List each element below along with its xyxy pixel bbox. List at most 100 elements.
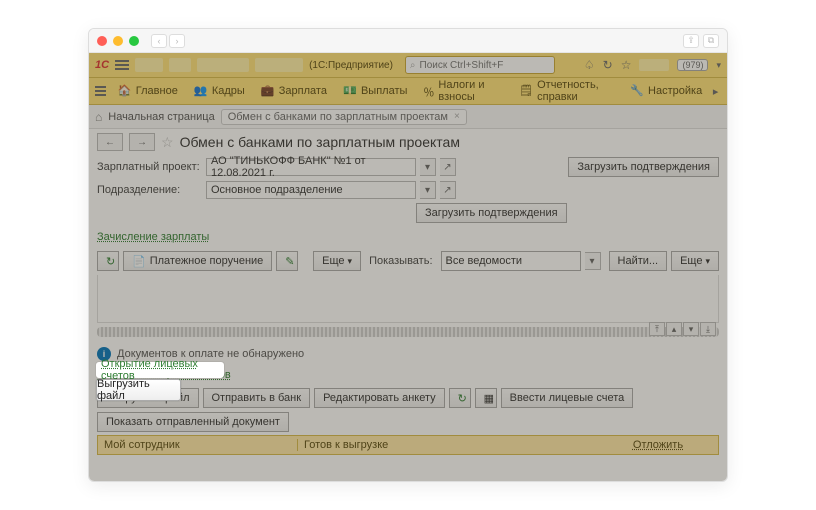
list-nav-down-icon[interactable]: ▾ xyxy=(683,322,699,336)
counter-badge: (979) xyxy=(677,59,708,71)
menu-label: Настройка xyxy=(648,85,702,97)
refresh-accounts-button[interactable]: ↻ xyxy=(449,388,471,408)
sections-icon[interactable] xyxy=(95,86,106,96)
more-button-2[interactable]: Еще ▾ xyxy=(671,251,719,271)
maximize-window-icon[interactable] xyxy=(129,36,139,46)
wrench-icon: 🔧 xyxy=(630,84,644,98)
dept-label: Подразделение: xyxy=(97,184,202,196)
enter-accounts-button[interactable]: Ввести лицевые счета xyxy=(501,388,634,408)
browser-back-button[interactable]: ‹ xyxy=(151,34,167,48)
col-employee: Мой сотрудник xyxy=(98,439,298,451)
browser-nav: ‹ › xyxy=(151,34,185,48)
menu-main[interactable]: 🏠Главное xyxy=(110,78,186,104)
wallet-icon: 💼 xyxy=(261,84,275,98)
open-accounts-toolbar: Выгрузить файл Отправить в банк Редактир… xyxy=(97,388,719,432)
project-open-icon[interactable]: ↗ xyxy=(440,158,456,176)
no-docs-message: Документов к оплате не обнаружено xyxy=(117,348,304,360)
edit-questionnaire-button[interactable]: Редактировать анкету xyxy=(314,388,445,408)
search-icon: ⌕ xyxy=(410,60,416,71)
global-search[interactable]: ⌕ xyxy=(405,56,555,74)
btn-label: Платежное поручение xyxy=(150,255,264,267)
btn-label: Еще xyxy=(322,255,344,267)
menu-label: Кадры xyxy=(212,85,245,97)
export-file-button[interactable]: Выгрузить файл xyxy=(97,388,199,408)
field-value: Основное подразделение xyxy=(211,184,343,196)
menu-reports[interactable]: 🗒Отчетность, справки xyxy=(511,78,622,104)
app-logo-icon: 1C xyxy=(95,59,109,71)
report-icon: 🗒 xyxy=(519,84,533,98)
close-tab-icon[interactable]: × xyxy=(454,111,460,122)
history-icon[interactable]: ↻ xyxy=(603,58,613,72)
page-body: ← → ☆ Обмен с банками по зарплатным прое… xyxy=(89,129,727,482)
list-nav-first-icon[interactable]: ⤒ xyxy=(649,322,665,336)
show-sent-doc-button[interactable]: Показать отправленный документ xyxy=(97,412,289,432)
load-confirmations-button[interactable]: Загрузить подтверждения xyxy=(568,157,719,177)
menu-label: Главное xyxy=(136,85,178,97)
show-filter-select[interactable]: Все ведомости xyxy=(441,251,581,271)
menu-taxes[interactable]: ％Налоги и взносы xyxy=(415,78,511,104)
window-controls xyxy=(97,36,139,46)
enrollment-toolbar: ↻ 📄 Платежное поручение ✎ Еще ▾ Показыват… xyxy=(97,251,719,271)
search-input[interactable] xyxy=(420,60,552,71)
project-field[interactable]: АО "ТИНЬКОФФ БАНК" №1 от 12.08.2021 г. xyxy=(206,158,416,176)
close-window-icon[interactable] xyxy=(97,36,107,46)
list-nav-last-icon[interactable]: ⤓ xyxy=(700,322,716,336)
blurred-text xyxy=(255,58,303,72)
menu-settings[interactable]: 🔧 Настройка xyxy=(622,78,710,104)
menu-staff[interactable]: 👥Кадры xyxy=(186,78,253,104)
more-button-1[interactable]: Еще ▾ xyxy=(313,251,361,271)
blurred-user xyxy=(639,59,669,71)
find-button[interactable]: Найти... xyxy=(609,251,668,271)
blurred-text xyxy=(135,58,163,72)
project-label: Зарплатный проект: xyxy=(97,161,202,173)
payment-order-button[interactable]: 📄 Платежное поручение xyxy=(123,251,272,271)
refresh-button[interactable]: ↻ xyxy=(97,251,119,271)
folder-icon: 📄 xyxy=(132,255,146,268)
blurred-text xyxy=(197,58,249,72)
minimize-window-icon[interactable] xyxy=(113,36,123,46)
active-tab[interactable]: Обмен с банками по зарплатным проектам × xyxy=(221,109,467,125)
accounts-table-header: Мой сотрудник Готов к выгрузке Отложить xyxy=(97,435,719,455)
menu-salary[interactable]: 💼 Зарплата xyxy=(253,78,335,104)
share-icon[interactable]: ⇪ xyxy=(683,34,699,48)
favorite-icon[interactable]: ☆ xyxy=(161,134,174,151)
field-value: АО "ТИНЬКОФФ БАНК" №1 от 12.08.2021 г. xyxy=(211,155,411,179)
bell-icon[interactable]: ♤ xyxy=(584,58,595,72)
home-tab-label[interactable]: Начальная страница xyxy=(108,111,214,123)
page-back-button[interactable]: ← xyxy=(97,133,123,151)
home-tab-icon[interactable]: ⌂ xyxy=(95,110,102,124)
dropdown-icon[interactable]: ▾ xyxy=(716,60,721,71)
send-to-bank-button[interactable]: Отправить в банк xyxy=(203,388,311,408)
project-dropdown-icon[interactable]: ▾ xyxy=(420,158,436,176)
tab-label: Обмен с банками по зарплатным проектам xyxy=(228,111,448,123)
cash-icon: 💵 xyxy=(343,84,357,98)
app-root: 1C (1C:Предприятие) ⌕ ♤ ↻ ☆ (979) ▾ xyxy=(89,53,727,481)
menu-label: Зарплата xyxy=(279,85,327,97)
info-icon: i xyxy=(97,347,111,361)
col-status: Готов к выгрузке xyxy=(298,439,598,451)
dept-open-icon[interactable]: ↗ xyxy=(440,181,456,199)
menu-payments[interactable]: 💵Выплаты xyxy=(335,78,415,104)
list-nav-up-icon[interactable]: ▴ xyxy=(666,322,682,336)
tabs-row: ⌂ Начальная страница Обмен с банками по … xyxy=(89,105,727,129)
tabs-icon[interactable]: ⧉ xyxy=(703,34,719,48)
percent-icon: ％ xyxy=(423,84,434,98)
horizontal-scrollbar[interactable] xyxy=(97,327,719,337)
star-icon[interactable]: ☆ xyxy=(621,58,632,72)
open-accounts-link[interactable]: Открытие лицевых счетов xyxy=(97,369,231,381)
menu-scroll-right-icon[interactable]: ▸ xyxy=(710,85,721,98)
calendar-button[interactable]: ▦ xyxy=(475,388,497,408)
edit-button[interactable]: ✎ xyxy=(276,251,298,271)
documents-list: ⤒ ▴ ▾ ⤓ xyxy=(97,275,719,323)
dept-dropdown-icon[interactable]: ▾ xyxy=(420,181,436,199)
window-titlebar: ‹ › ⇪ ⧉ xyxy=(89,29,727,53)
page-forward-button[interactable]: → xyxy=(129,133,155,151)
menu-toggle-icon[interactable] xyxy=(115,60,129,70)
dept-field[interactable]: Основное подразделение xyxy=(206,181,416,199)
browser-forward-button[interactable]: › xyxy=(169,34,185,48)
load-confirmations-button-2[interactable]: Загрузить подтверждения xyxy=(416,203,567,223)
salary-enrollment-link[interactable]: Зачисление зарплаты xyxy=(97,231,209,243)
col-postpone-link[interactable]: Отложить xyxy=(598,439,718,451)
show-filter-dropdown-icon[interactable]: ▾ xyxy=(585,252,601,270)
show-label: Показывать: xyxy=(369,255,432,267)
